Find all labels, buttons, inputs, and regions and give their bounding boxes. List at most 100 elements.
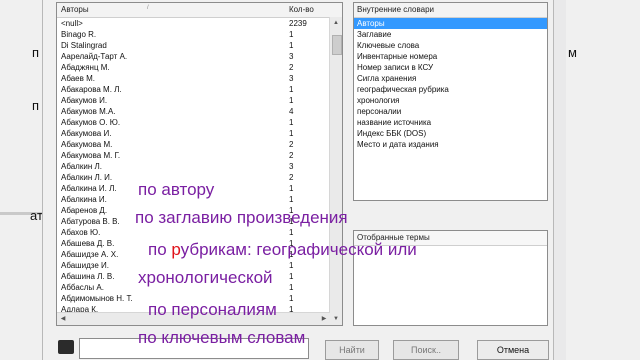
author-name: Абакарова М. Л. <box>61 85 122 94</box>
author-name: Абалкина И. Л. <box>61 184 117 193</box>
author-count: 4 <box>289 107 294 116</box>
author-name: Абаренов Д. <box>61 206 108 215</box>
author-name: Абакумов И. <box>61 96 108 105</box>
author-name: Абдимомынов Н. Т. <box>61 294 133 303</box>
vocabulary-item[interactable]: хронология <box>354 95 547 106</box>
overlay-line-by-rubrics: по рубрикам: географической или <box>148 240 417 260</box>
author-name: Binago R. <box>61 30 97 39</box>
author-row[interactable]: Аарелайд-Тарт А. 3 <box>57 51 342 62</box>
author-name: Абакумов О. Ю. <box>61 118 121 127</box>
cancel-button[interactable]: Отмена <box>477 340 549 360</box>
author-count: 1 <box>289 85 294 94</box>
sort-indicator-icon: / <box>147 5 149 11</box>
background-window-right <box>566 0 640 360</box>
author-row[interactable]: Абакумова М. 2 <box>57 139 342 150</box>
overlay-line-by-keywords: по ключевым словам <box>138 328 306 347</box>
author-count: 1 <box>289 184 294 193</box>
author-count: 1 <box>289 118 294 127</box>
scroll-right-arrow-icon[interactable]: ▶ <box>318 313 330 325</box>
authors-list-header: Авторы / Кол-во <box>57 3 342 18</box>
author-row[interactable]: Абаджянц М. 2 <box>57 62 342 73</box>
author-row[interactable]: Абакумова И. 1 <box>57 128 342 139</box>
author-row[interactable]: Binago R. 1 <box>57 29 342 40</box>
author-name: Абалкин Л. <box>61 162 102 171</box>
author-row[interactable]: Абакумов И. 1 <box>57 95 342 106</box>
scroll-left-arrow-icon[interactable]: ◀ <box>57 313 69 325</box>
background-text-fragment: п <box>32 45 40 60</box>
author-name: Абашидзе А. Х. <box>61 250 119 259</box>
author-count: 1 <box>289 261 294 270</box>
vocabulary-item[interactable]: название источника <box>354 117 547 128</box>
author-row[interactable]: Di Stalingrad 1 <box>57 40 342 51</box>
author-count: 3 <box>289 74 294 83</box>
scroll-down-arrow-icon[interactable]: ▼ <box>330 313 342 325</box>
author-name: Абатурова В. В. <box>61 217 120 226</box>
column-header-count[interactable]: Кол-во <box>289 5 314 14</box>
vocabulary-item[interactable]: географическая рубрика <box>354 84 547 95</box>
vocabulary-item[interactable]: Номер записи в КСУ <box>354 62 547 73</box>
overlay-line-chronological: хронологической <box>138 268 273 287</box>
vocabulary-item[interactable]: Заглавие <box>354 29 547 40</box>
overlay-line-by-title: по заглавию произведения <box>135 208 348 227</box>
author-name: Абалкина И. <box>61 195 107 204</box>
binoculars-icon[interactable] <box>58 340 74 354</box>
scroll-thumb[interactable] <box>332 35 342 55</box>
vocabulary-item[interactable]: Ключевые слова <box>354 40 547 51</box>
author-count: 2 <box>289 140 294 149</box>
author-name: Аарелайд-Тарт А. <box>61 52 128 61</box>
author-name: Абакумов М.А. <box>61 107 116 116</box>
author-count: 1 <box>289 96 294 105</box>
overlay-text-part: убрикам: географической или <box>180 240 417 259</box>
author-count: 1 <box>289 195 294 204</box>
overlay-text-part: по <box>148 240 172 259</box>
author-row[interactable]: Абакарова М. Л. 1 <box>57 84 342 95</box>
author-count: 2 <box>289 63 294 72</box>
author-name: Абалкин Л. И. <box>61 173 113 182</box>
author-name: Di Stalingrad <box>61 41 107 50</box>
overlay-line-by-persons: по персоналиям <box>148 300 277 319</box>
author-row[interactable]: <null> 2239 <box>57 18 342 29</box>
author-count: 2 <box>289 151 294 160</box>
authors-vertical-scrollbar[interactable]: ▲ ▼ <box>329 17 342 325</box>
author-count: 1 <box>289 41 294 50</box>
author-row[interactable]: Абакумова М. Г. 2 <box>57 150 342 161</box>
vocabularies-list-header: Внутренние словари <box>354 3 547 18</box>
vocabulary-item[interactable]: Сигла хранения <box>354 73 547 84</box>
scroll-up-arrow-icon[interactable]: ▲ <box>330 17 342 29</box>
author-count: 3 <box>289 52 294 61</box>
vocabularies-header-label: Внутренние словари <box>357 5 435 14</box>
author-count: 1 <box>289 228 294 237</box>
author-name: Абашидзе И. <box>61 261 109 270</box>
vocabulary-item[interactable]: персоналии <box>354 106 547 117</box>
vocabulary-item[interactable]: Место и дата издания <box>354 139 547 150</box>
author-row[interactable]: Абалкин Л. 3 <box>57 161 342 172</box>
author-row[interactable]: Абакумов М.А. 4 <box>57 106 342 117</box>
author-row[interactable]: Абаев М. 3 <box>57 73 342 84</box>
author-name: Абакумова М. <box>61 140 113 149</box>
author-name: Абаджянц М. <box>61 63 110 72</box>
author-name: Аббаслы А. <box>61 283 104 292</box>
author-name: Абахов Ю. <box>61 228 101 237</box>
author-count: 3 <box>289 162 294 171</box>
vocabularies-list[interactable]: Внутренние словари Авторы Заглавие Ключевы… <box>353 2 548 201</box>
author-name: <null> <box>61 19 83 28</box>
find-button[interactable]: Найти <box>325 340 379 360</box>
author-name: Абашева Д. В. <box>61 239 115 248</box>
column-header-authors[interactable]: Авторы <box>61 5 89 14</box>
author-count: 1 <box>289 272 294 281</box>
search-button[interactable]: Поиск.. <box>393 340 459 360</box>
author-row[interactable]: Абакумов О. Ю. 1 <box>57 117 342 128</box>
author-count: 2239 <box>289 19 307 28</box>
vocabulary-item[interactable]: Авторы <box>354 18 547 29</box>
background-text-fragment: ат <box>30 208 43 223</box>
author-row[interactable]: Абахов Ю. 1 <box>57 227 342 238</box>
vocabulary-item[interactable]: Инвентарные номера <box>354 51 547 62</box>
vocabulary-item[interactable]: Индекс ББК (DOS) <box>354 128 547 139</box>
author-count: 1 <box>289 294 294 303</box>
author-name: Абашина Л. В. <box>61 272 115 281</box>
author-count: 1 <box>289 283 294 292</box>
author-name: Абакумова М. Г. <box>61 151 121 160</box>
author-count: 1 <box>289 129 294 138</box>
overlay-line-by-author: по автору <box>138 180 215 199</box>
dictionary-search-dialog: Авторы / Кол-во <null> 2239 Binago R. 1 Di S… <box>42 0 554 360</box>
